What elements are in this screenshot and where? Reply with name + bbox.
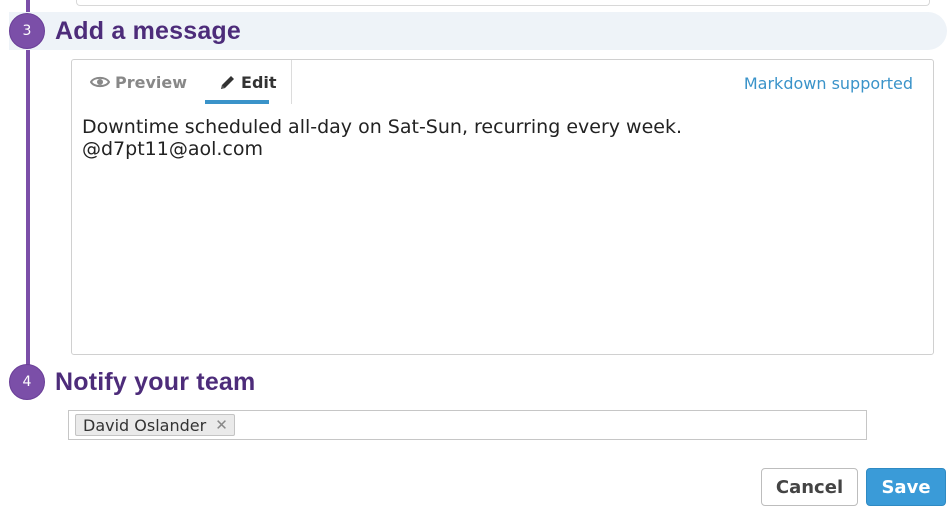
markdown-supported-link[interactable]: Markdown supported	[744, 74, 913, 93]
step-4-header: 4 Notify your team	[9, 363, 255, 401]
step-4-number: 4	[9, 364, 45, 400]
tab-preview-label: Preview	[115, 72, 188, 92]
pencil-icon	[221, 75, 235, 89]
step-4-title: Notify your team	[55, 367, 256, 396]
recipient-token: David Oslander ✕	[75, 414, 235, 436]
step-3-number: 3	[9, 13, 45, 49]
tab-edit[interactable]: Edit	[203, 60, 292, 104]
steps-rail	[26, 0, 30, 370]
step-3-title: Add a message	[55, 16, 242, 45]
message-textarea[interactable]: Downtime scheduled all-day on Sat-Sun, r…	[82, 116, 902, 160]
editor-tabs: Preview Edit	[72, 60, 292, 104]
step-3-header: 3 Add a message	[9, 12, 947, 50]
save-button[interactable]: Save	[866, 468, 946, 506]
notify-recipients-input[interactable]: David Oslander ✕	[68, 410, 867, 440]
recipient-name: David Oslander	[83, 415, 207, 435]
message-editor: Preview Edit Markdown supported Downtime…	[71, 59, 934, 355]
close-icon[interactable]: ✕	[215, 416, 228, 434]
eye-icon	[90, 76, 110, 88]
tab-preview[interactable]: Preview	[72, 60, 203, 104]
tab-edit-label: Edit	[241, 72, 277, 92]
cancel-button[interactable]: Cancel	[761, 468, 858, 506]
active-tab-indicator	[205, 100, 269, 104]
previous-section-edge	[76, 0, 930, 6]
